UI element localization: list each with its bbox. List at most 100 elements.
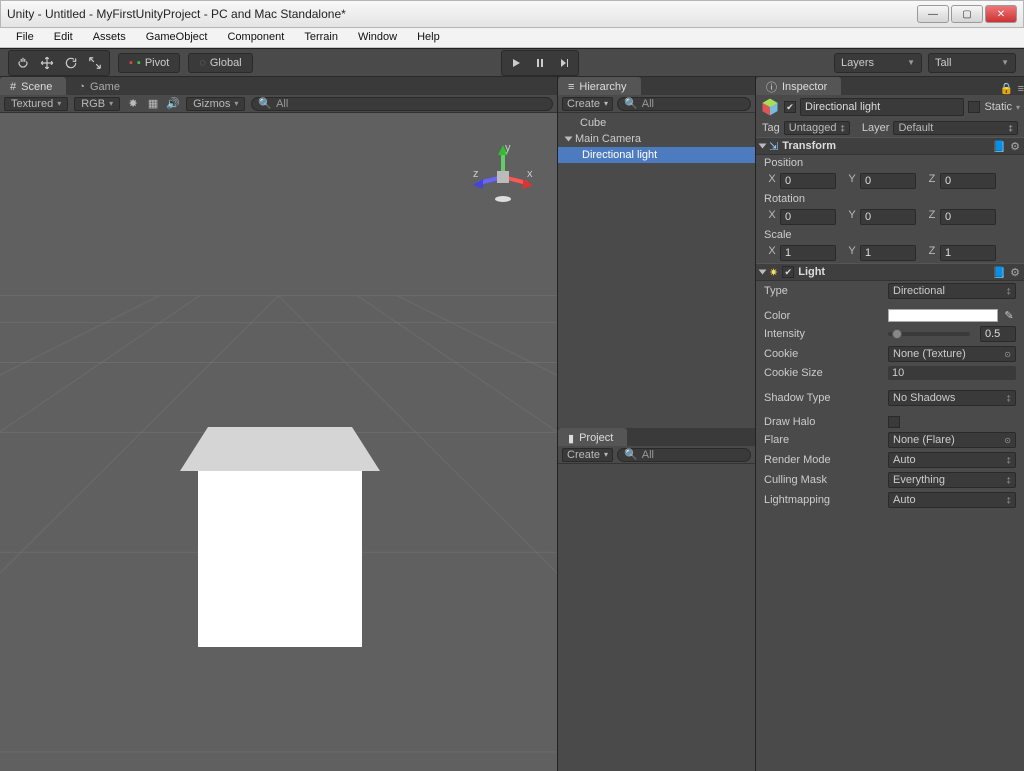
light-enabled-checkbox[interactable] — [782, 266, 794, 278]
expand-icon[interactable] — [759, 144, 767, 149]
hierarchy-search[interactable]: 🔍All — [617, 97, 751, 111]
expand-icon[interactable] — [565, 137, 573, 142]
orientation-gizmo[interactable]: y z x — [471, 141, 535, 205]
flare-field[interactable]: None (Flare)⊙ — [888, 432, 1016, 448]
fx-toggle-icon[interactable]: ▦ — [146, 97, 160, 111]
scale-z-field[interactable]: 1 — [940, 245, 996, 261]
intensity-field[interactable]: 0.5 — [980, 326, 1016, 342]
menu-assets[interactable]: Assets — [83, 28, 136, 47]
hierarchy-item-directional-light[interactable]: Directional light — [558, 147, 755, 163]
menu-bar: File Edit Assets GameObject Component Te… — [0, 28, 1024, 48]
pause-button[interactable] — [528, 53, 552, 73]
scene-search[interactable]: 🔍All — [251, 97, 553, 111]
gizmos-dropdown[interactable]: Gizmos▾ — [186, 97, 245, 111]
pivot-toggle[interactable]: ▪▪Pivot — [118, 53, 180, 73]
search-icon: 🔍 — [624, 97, 638, 110]
position-z-field[interactable]: 0 — [940, 173, 996, 189]
hierarchy-item-main-camera[interactable]: Main Camera — [558, 131, 755, 147]
transform-component-header[interactable]: ⇲ Transform 📘⚙ — [756, 137, 1024, 155]
scale-y-field[interactable]: 1 — [860, 245, 916, 261]
lighting-toggle-icon[interactable]: ✸ — [126, 97, 140, 111]
gear-icon[interactable]: ⚙ — [1010, 266, 1020, 279]
rotation-label: Rotation — [756, 191, 1024, 207]
lock-icon[interactable]: 🔒 — [1000, 82, 1014, 95]
hierarchy-item-cube[interactable]: Cube — [558, 115, 755, 131]
menu-component[interactable]: Component — [217, 28, 294, 47]
object-enabled-checkbox[interactable] — [784, 101, 796, 113]
menu-icon[interactable]: ≡ — [1018, 83, 1024, 95]
light-type-dropdown[interactable]: Directional‡ — [888, 283, 1016, 299]
maximize-button[interactable]: ▢ — [951, 5, 983, 23]
scale-tool-button[interactable] — [83, 53, 107, 73]
close-button[interactable]: ✕ — [985, 5, 1017, 23]
layout-dropdown[interactable]: Tall▼ — [928, 53, 1016, 73]
intensity-slider[interactable] — [888, 332, 970, 336]
scene-viewport[interactable]: y z x — [0, 113, 557, 771]
cube-object[interactable] — [200, 427, 362, 647]
project-create-dropdown[interactable]: Create▾ — [562, 448, 613, 462]
search-icon: 🔍 — [258, 97, 272, 110]
menu-help[interactable]: Help — [407, 28, 450, 47]
global-toggle[interactable]: ◌Global — [188, 53, 252, 73]
tag-dropdown[interactable]: Untagged‡ — [784, 121, 850, 135]
tab-game[interactable]: ◔Game — [68, 77, 134, 95]
light-color-swatch[interactable] — [888, 309, 998, 322]
lightmapping-dropdown[interactable]: Auto‡ — [888, 492, 1016, 508]
step-button[interactable] — [552, 53, 576, 73]
layer-dropdown[interactable]: Default‡ — [893, 121, 1018, 135]
shadow-type-dropdown[interactable]: No Shadows‡ — [888, 390, 1016, 406]
tag-label: Tag — [762, 122, 780, 134]
hierarchy-tab[interactable]: ≡Hierarchy — [558, 77, 641, 95]
info-icon: ⓘ — [766, 79, 777, 95]
gameobject-icon — [760, 97, 780, 117]
menu-file[interactable]: File — [6, 28, 44, 47]
hand-tool-button[interactable] — [11, 53, 35, 73]
expand-icon[interactable] — [759, 270, 767, 275]
culling-mask-dropdown[interactable]: Everything‡ — [888, 472, 1016, 488]
hierarchy-toolbar: Create▾ 🔍All — [558, 95, 755, 113]
draw-halo-checkbox[interactable] — [888, 416, 900, 428]
static-checkbox[interactable] — [968, 101, 980, 113]
help-icon[interactable]: 📘 — [992, 266, 1006, 279]
transform-icon: ⇲ — [769, 140, 778, 153]
menu-terrain[interactable]: Terrain — [294, 28, 348, 47]
menu-edit[interactable]: Edit — [44, 28, 83, 47]
layers-dropdown[interactable]: Layers▼ — [834, 53, 922, 73]
position-x-field[interactable]: 0 — [780, 173, 836, 189]
minimize-button[interactable]: — — [917, 5, 949, 23]
rotation-y-field[interactable]: 0 — [860, 209, 916, 225]
rotation-z-field[interactable]: 0 — [940, 209, 996, 225]
colorspace-dropdown[interactable]: RGB▾ — [74, 97, 120, 111]
hierarchy-create-dropdown[interactable]: Create▾ — [562, 97, 613, 111]
cookie-size-field[interactable]: 10 — [888, 366, 1016, 380]
scale-x-field[interactable]: 1 — [780, 245, 836, 261]
menu-window[interactable]: Window — [348, 28, 407, 47]
light-icon: ✷ — [769, 266, 778, 279]
help-icon[interactable]: 📘 — [992, 140, 1006, 153]
transform-tool-group — [8, 50, 110, 76]
render-mode-dropdown[interactable]: Auto‡ — [888, 452, 1016, 468]
audio-toggle-icon[interactable]: 🔊 — [166, 97, 180, 111]
object-name-field[interactable]: Directional light — [800, 98, 964, 116]
tab-scene[interactable]: #Scene — [0, 77, 66, 95]
position-y-field[interactable]: 0 — [860, 173, 916, 189]
scene-tab-row: #Scene ◔Game — [0, 77, 557, 95]
menu-gameobject[interactable]: GameObject — [136, 28, 218, 47]
inspector-tab[interactable]: ⓘInspector — [756, 77, 841, 95]
rendermode-dropdown[interactable]: Textured▾ — [4, 97, 68, 111]
rotate-tool-button[interactable] — [59, 53, 83, 73]
static-label: Static — [984, 101, 1012, 113]
hierarchy-icon: ≡ — [568, 81, 574, 93]
move-tool-button[interactable] — [35, 53, 59, 73]
gear-icon[interactable]: ⚙ — [1010, 140, 1020, 153]
rotation-x-field[interactable]: 0 — [780, 209, 836, 225]
eyedropper-icon[interactable]: ✎ — [1002, 309, 1016, 322]
project-tab[interactable]: ▮Project — [558, 428, 627, 446]
static-dropdown-icon[interactable]: ▾ — [1016, 103, 1020, 112]
window-titlebar: Unity - Untitled - MyFirstUnityProject -… — [0, 0, 1024, 28]
light-component-header[interactable]: ✷ Light 📘⚙ — [756, 263, 1024, 281]
play-button[interactable] — [504, 53, 528, 73]
cookie-field[interactable]: None (Texture)⊙ — [888, 346, 1016, 362]
project-search[interactable]: 🔍All — [617, 448, 751, 462]
search-icon: 🔍 — [624, 448, 638, 461]
